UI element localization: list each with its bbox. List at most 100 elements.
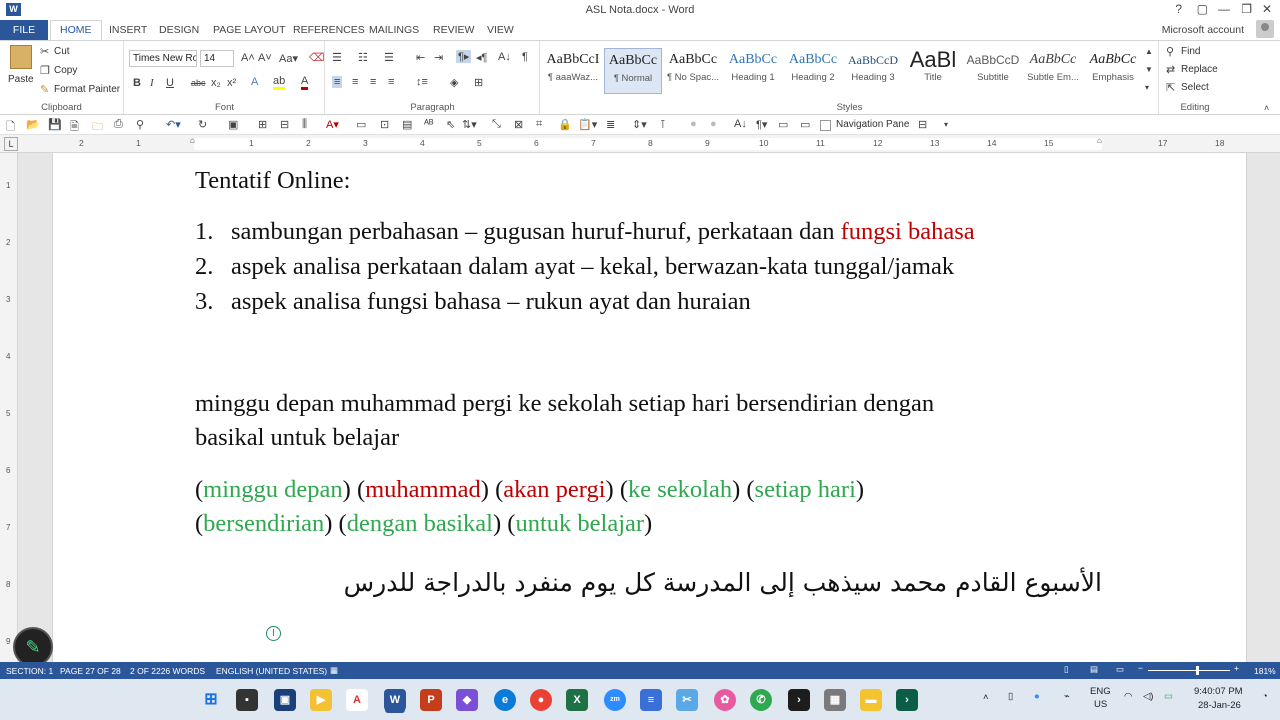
list-item[interactable]: 3. aspek analisa fungsi bahasa – rukun ay… — [195, 288, 751, 316]
ltr-icon[interactable]: ¶▸ — [456, 50, 472, 63]
indent-marker-icon[interactable]: ⌂ — [190, 136, 195, 145]
restore-button[interactable]: ❐ — [1241, 2, 1252, 16]
font-color-qat-icon[interactable]: A▾ — [326, 118, 339, 131]
grid-icon[interactable]: ⊡ — [380, 118, 389, 131]
screen-icon[interactable]: ⊟ — [918, 118, 927, 131]
borders-icon[interactable]: ⊞ — [474, 76, 483, 89]
increase-indent-icon[interactable]: ⇥ — [434, 51, 443, 64]
wifi-icon[interactable]: ◠ — [1124, 691, 1132, 702]
fit-icon[interactable]: ⊠ — [514, 118, 523, 131]
justify-icon[interactable]: ≡ — [388, 76, 394, 88]
input-language[interactable]: ENG — [1090, 686, 1111, 697]
styles-scroll-down-icon[interactable]: ▼ — [1145, 65, 1153, 74]
print-preview-icon[interactable]: ⎙ — [114, 118, 123, 131]
font-color-icon[interactable]: A — [301, 75, 309, 90]
media-icon[interactable]: ▶ — [310, 689, 332, 711]
spell-icon[interactable]: ᴬᴮ — [424, 118, 434, 130]
box-icon[interactable]: ▭ — [800, 118, 810, 131]
rtl-icon[interactable]: ◂¶ — [476, 51, 487, 64]
shrink-font-icon[interactable]: A˅ — [258, 52, 272, 64]
style-aaawaz[interactable]: AaBbCcI ¶ aaaWaz... — [544, 48, 602, 94]
resize-icon[interactable]: ⤡ — [492, 118, 501, 131]
spacing-icon[interactable]: ⊺ — [660, 118, 666, 131]
macro-icon[interactable]: ▦ — [330, 665, 338, 676]
paste-icon[interactable] — [10, 45, 32, 69]
network-tray-icon[interactable]: ⌁ — [1064, 691, 1070, 702]
style-normal[interactable]: AaBbCc ¶ Normal — [604, 48, 662, 94]
clock-time[interactable]: 9:40:07 PM — [1194, 686, 1243, 697]
text-effects-icon[interactable]: A — [251, 76, 258, 88]
usb-icon[interactable]: ▯ — [1008, 691, 1013, 702]
minimize-button[interactable]: — — [1218, 2, 1230, 16]
highlight-icon[interactable]: ab — [273, 75, 286, 90]
paste-button[interactable]: Paste — [8, 74, 34, 85]
avatar[interactable] — [1256, 20, 1274, 38]
table-icon[interactable]: ⊞ — [258, 118, 267, 131]
numbering-icon[interactable]: ☷ — [358, 51, 368, 64]
help-icon[interactable]: ? — [1175, 2, 1182, 16]
find-button[interactable]: Find — [1181, 46, 1200, 57]
paste-special-icon[interactable]: 📋▾ — [578, 118, 597, 131]
style-heading-2[interactable]: AaBbCc Heading 2 — [784, 48, 842, 94]
app-icon[interactable]: › — [896, 689, 918, 711]
save-icon[interactable]: 💾 — [48, 118, 62, 131]
columns-icon[interactable]: ⫼ — [302, 118, 307, 131]
phrases-line-1[interactable]: (minggu depan) (muhammad) (akan pergi) (… — [195, 476, 864, 504]
store-icon[interactable]: ▣ — [274, 689, 296, 711]
zoom-slider[interactable] — [1148, 670, 1230, 671]
show-hidden-icons-icon[interactable]: ˄ — [983, 692, 989, 703]
clock-date[interactable]: 28-Jan-26 — [1198, 700, 1241, 711]
tab-insert[interactable]: INSERT — [109, 24, 147, 36]
print-layout-icon[interactable]: ▤ — [1090, 664, 1098, 675]
phrases-line-2[interactable]: (bersendirian) (dengan basikal) (untuk b… — [195, 510, 652, 538]
zoom-level[interactable]: 181% — [1254, 666, 1276, 676]
page-indicator[interactable]: PAGE 27 OF 28 — [60, 666, 121, 676]
replace-button[interactable]: Replace — [1181, 64, 1218, 75]
ribbon-display-options-icon[interactable]: ▢ — [1197, 2, 1208, 16]
lock-icon[interactable]: 🔒 — [558, 118, 572, 131]
redo-icon[interactable]: ↻ — [198, 118, 207, 131]
bullets-icon[interactable]: ☰ — [332, 51, 342, 64]
sentence-line-1[interactable]: minggu depan muhammad pergi ke sekolah s… — [195, 390, 934, 418]
zoom-slider-thumb[interactable] — [1196, 666, 1200, 675]
line-icon[interactable]: ▭ — [778, 118, 788, 131]
styles-more-icon[interactable]: ▾ — [1145, 83, 1149, 92]
file-explorer-icon[interactable]: ▬ — [860, 689, 882, 711]
word-icon[interactable]: W — [384, 689, 406, 711]
chrome-icon[interactable]: ● — [530, 689, 552, 711]
volume-icon[interactable]: ◁) — [1143, 691, 1153, 702]
sentence-line-2[interactable]: basikal untuk belajar — [195, 424, 399, 452]
right-indent-marker-icon[interactable]: ⌂ — [1097, 136, 1102, 145]
pointer-icon[interactable]: ⇖ — [446, 118, 455, 131]
notes-icon[interactable]: ≡ — [640, 689, 662, 711]
select-button[interactable]: Select — [1181, 82, 1209, 93]
multilevel-list-icon[interactable]: ☰ — [384, 51, 394, 64]
undo-icon[interactable]: ↶▾ — [166, 118, 181, 131]
select-icon[interactable]: ⇱ — [1166, 81, 1175, 94]
section-indicator[interactable]: SECTION: 1 — [6, 666, 53, 676]
read-mode-icon[interactable]: ▯ — [1064, 664, 1069, 675]
cut-button[interactable]: Cut — [54, 46, 70, 57]
copy-button[interactable]: Copy — [54, 65, 77, 76]
pen-annotation-button[interactable]: ✎ — [13, 627, 53, 667]
copy-icon[interactable]: ❐ — [40, 64, 50, 77]
tab-references[interactable]: REFERENCES — [293, 24, 365, 36]
tab-home[interactable]: HOME — [50, 20, 102, 41]
find-icon[interactable]: ⚲ — [1166, 45, 1174, 58]
calculator-icon[interactable]: ▦ — [824, 689, 846, 711]
replace-icon[interactable]: ⇄ — [1166, 63, 1175, 76]
zoom-tray-icon[interactable]: ● — [1034, 691, 1040, 702]
language-indicator[interactable]: ENGLISH (UNITED STATES) — [216, 666, 327, 676]
customize-qat-icon[interactable]: ▾ — [944, 120, 948, 129]
tracking-icon[interactable]: ⇅▾ — [462, 118, 477, 131]
zoom-icon[interactable]: zm — [604, 689, 626, 711]
format-painter-button[interactable]: Format Painter — [54, 84, 120, 95]
strikethrough-icon[interactable]: abc — [191, 78, 206, 88]
terminal-icon[interactable]: › — [788, 689, 810, 711]
align-center-icon[interactable]: ≡ — [352, 76, 358, 88]
italic-icon[interactable]: I — [150, 77, 154, 89]
format-icon[interactable]: ≣ — [606, 118, 615, 131]
circle-icon-2[interactable]: ● — [710, 118, 717, 130]
pages-icon[interactable]: ▤ — [402, 118, 412, 131]
collapse-ribbon-icon[interactable]: ˄ — [1264, 103, 1269, 113]
